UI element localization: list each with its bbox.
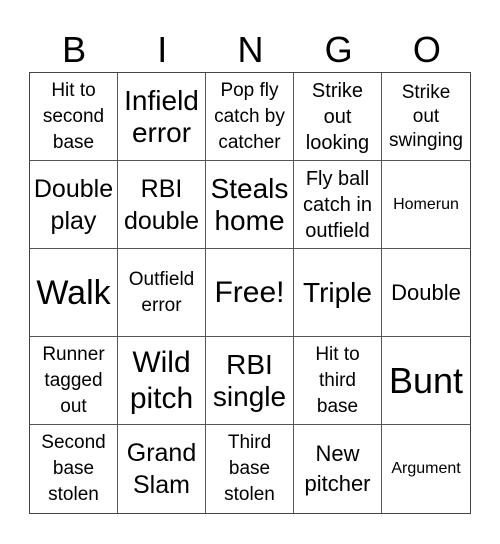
bingo-cell[interactable]: Strike out swinging <box>382 73 470 161</box>
header-letter-o: O <box>412 29 441 70</box>
bingo-cell[interactable]: Third base stolen <box>206 425 294 513</box>
bingo-cell[interactable]: Steals home <box>206 161 294 249</box>
bingo-cell[interactable]: Grand Slam <box>118 425 206 513</box>
bingo-cell[interactable]: Bunt <box>382 337 470 425</box>
cell-text: RBI double <box>123 174 200 235</box>
cell-text: Double play <box>33 174 114 235</box>
bingo-cell[interactable]: Strike out looking <box>294 73 382 161</box>
cell-text: Runner tagged out <box>42 343 105 417</box>
bingo-cell[interactable]: Double <box>382 249 470 337</box>
bingo-cell[interactable]: Walk <box>30 249 118 337</box>
header-letter-i: I <box>157 29 168 70</box>
bingo-free-space[interactable]: Free! <box>206 249 294 337</box>
bingo-cell[interactable]: Double play <box>30 161 118 249</box>
cell-text: Hit to third base <box>315 343 360 417</box>
cell-text: Double <box>391 279 461 305</box>
bingo-cell[interactable]: Triple <box>294 249 382 337</box>
cell-text: Wild pitch <box>129 345 194 415</box>
cell-text: RBI single <box>212 348 287 412</box>
bingo-cell[interactable]: Runner tagged out <box>30 337 118 425</box>
bingo-cell[interactable]: Hit to third base <box>294 337 382 425</box>
cell-text: Strike out swinging <box>389 81 463 151</box>
bingo-cell[interactable]: New pitcher <box>294 425 382 513</box>
cell-text: Walk <box>36 273 111 312</box>
bingo-card-grid: Hit to second base Infield error Pop fly… <box>29 72 471 514</box>
cell-text: Second base stolen <box>41 432 106 505</box>
cell-text: Hit to second base <box>42 79 105 153</box>
cell-text: Bunt <box>388 359 464 401</box>
header-letter-b: B <box>62 29 87 70</box>
bingo-cell[interactable]: Wild pitch <box>118 337 206 425</box>
bingo-cell[interactable]: Homerun <box>382 161 470 249</box>
cell-text: Third base stolen <box>224 432 275 505</box>
bingo-cell[interactable]: Hit to second base <box>30 73 118 161</box>
cell-text: Argument <box>391 460 461 477</box>
bingo-cell[interactable]: Argument <box>382 425 470 513</box>
cell-text: Homerun <box>393 195 459 213</box>
bingo-cell[interactable]: RBI double <box>118 161 206 249</box>
cell-text: Triple <box>303 276 372 308</box>
bingo-cell[interactable]: RBI single <box>206 337 294 425</box>
bingo-cell[interactable]: Fly ball catch in outfield <box>294 161 382 249</box>
cell-text: Free! <box>214 275 285 309</box>
bingo-header: B I N G O <box>30 28 471 72</box>
bingo-cell[interactable]: Outfield error <box>118 249 206 337</box>
header-letter-g: G <box>324 29 353 70</box>
cell-text: Steals home <box>210 172 289 236</box>
cell-text: Strike out looking <box>305 79 370 154</box>
bingo-cell[interactable]: Infield error <box>118 73 206 161</box>
header-letter-n: N <box>237 29 264 70</box>
cell-text: Fly ball catch in outfield <box>303 167 372 242</box>
bingo-cell[interactable]: Pop fly catch by catcher <box>206 73 294 161</box>
cell-text: Grand Slam <box>126 439 197 499</box>
bingo-cell[interactable]: Second base stolen <box>30 425 118 513</box>
cell-text: New pitcher <box>304 441 371 496</box>
cell-text: Pop fly catch by catcher <box>214 79 285 153</box>
cell-text: Outfield error <box>128 268 195 316</box>
cell-text: Infield error <box>124 84 199 148</box>
